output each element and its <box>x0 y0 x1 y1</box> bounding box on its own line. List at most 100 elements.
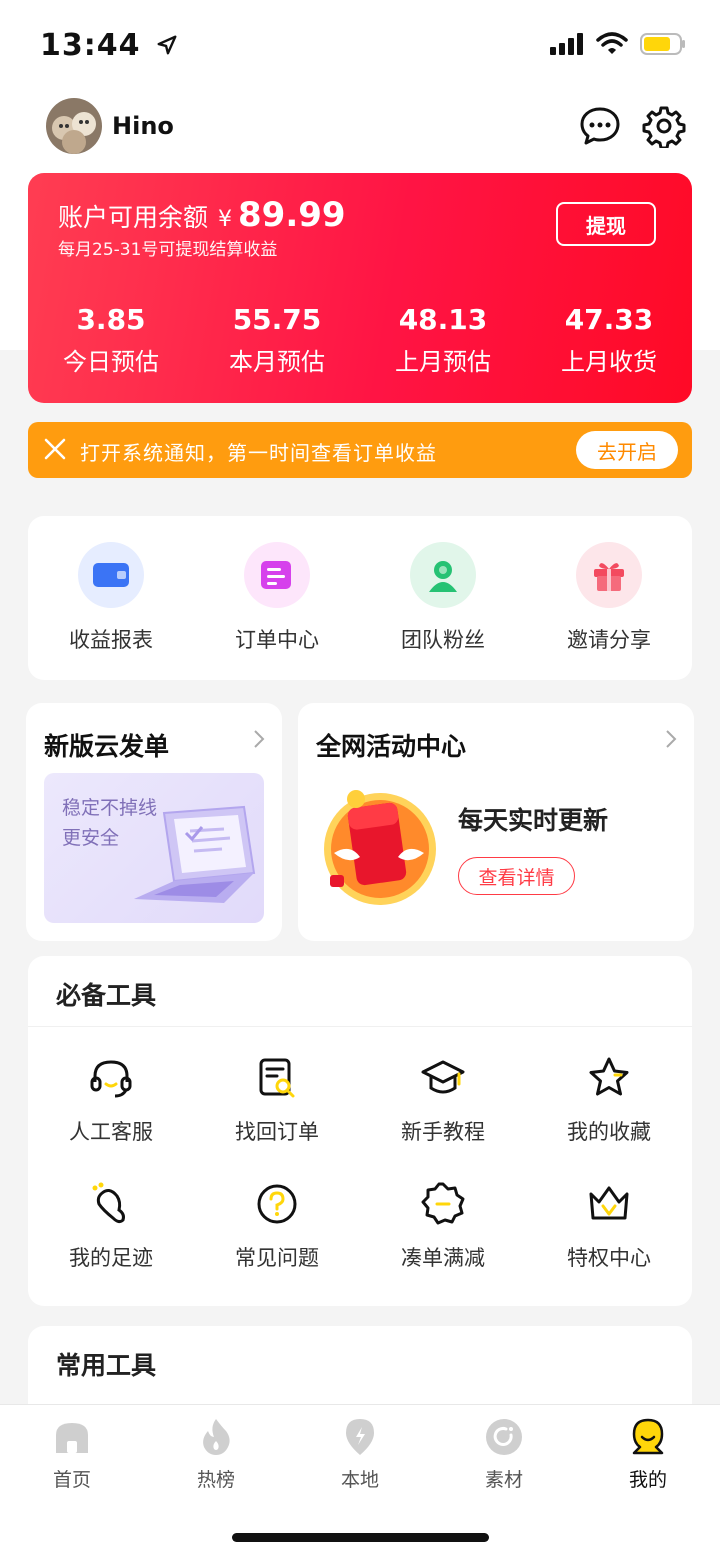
battery-icon <box>640 33 685 55</box>
notice-text: 打开系统通知，第一时间查看订单收益 <box>80 441 437 465</box>
stat-last-month[interactable]: 48.13 上月预估 <box>360 303 526 377</box>
close-icon[interactable] <box>42 436 68 462</box>
tool-privilege-center[interactable]: 特权中心 <box>526 1180 692 1272</box>
material-icon <box>486 1419 522 1455</box>
message-icon[interactable] <box>578 104 622 148</box>
settings-gear-icon[interactable] <box>642 104 686 150</box>
cloud-order-card[interactable]: 新版云发单 稳定不掉线 更安全 <box>26 703 282 941</box>
tool-label: 我的收藏 <box>567 1120 651 1144</box>
stat-today[interactable]: 3.85 今日预估 <box>28 303 194 377</box>
tool-my-favorites[interactable]: 我的收藏 <box>526 1054 692 1146</box>
tool-faq[interactable]: 常见问题 <box>194 1180 360 1272</box>
essential-tools-card: 必备工具 人工客服 找回订单 新手教程 我的收藏 我的足迹 常见问题 凑单满减 … <box>28 956 692 1306</box>
tool-footprints[interactable]: 我的足迹 <box>28 1180 194 1272</box>
tool-label: 特权中心 <box>567 1246 651 1270</box>
order-search-icon <box>259 1058 295 1098</box>
tool-label: 凑单满减 <box>401 1246 485 1270</box>
laptop-icon <box>134 805 256 903</box>
balance-card: 账户可用余额 ¥89.99 每月25-31号可提现结算收益 提现 3.85 今日预… <box>28 173 692 403</box>
notification-banner: 打开系统通知，第一时间查看订单收益 去开启 <box>28 422 692 478</box>
stat-last-month-received[interactable]: 47.33 上月收货 <box>526 303 692 377</box>
tool-beginner-tutorial[interactable]: 新手教程 <box>360 1054 526 1146</box>
wallet-icon <box>78 542 144 608</box>
withdraw-button[interactable]: 提现 <box>556 202 656 246</box>
status-time: 13:44 <box>40 28 178 63</box>
me-icon <box>632 1418 664 1455</box>
chevron-right-icon <box>664 729 678 755</box>
discount-badge-icon <box>421 1182 465 1225</box>
tab-material[interactable]: 素材 <box>432 1417 576 1492</box>
essential-tools-title: 必备工具 <box>56 981 157 1010</box>
tab-label: 首页 <box>52 1469 91 1491</box>
shortcut-label: 收益报表 <box>69 628 153 652</box>
shortcut-label: 团队粉丝 <box>401 628 485 652</box>
cloud-promo-image: 稳定不掉线 更安全 <box>44 773 264 923</box>
tool-customer-service[interactable]: 人工客服 <box>28 1054 194 1146</box>
star-icon <box>589 1057 629 1096</box>
tab-label: 素材 <box>484 1469 523 1491</box>
shortcuts-card: 收益报表 订单中心 团队粉丝 邀请分享 <box>28 516 692 680</box>
tool-label: 常见问题 <box>235 1246 319 1270</box>
location-arrow-icon <box>157 35 177 55</box>
tool-label: 人工客服 <box>69 1120 153 1144</box>
username: Hino <box>112 112 174 140</box>
tab-me[interactable]: 我的 <box>576 1417 720 1492</box>
view-details-button[interactable]: 查看详情 <box>458 857 575 895</box>
signal-icon <box>550 33 583 55</box>
footprint-icon <box>92 1182 125 1224</box>
activity-daily-text: 每天实时更新 <box>458 806 609 835</box>
enable-notifications-button[interactable]: 去开启 <box>576 431 678 469</box>
stat-value: 47.33 <box>564 303 654 336</box>
stat-value: 48.13 <box>398 303 488 336</box>
home-indicator <box>232 1533 489 1542</box>
avatar[interactable] <box>46 98 102 154</box>
shortcut-invite-share[interactable]: 邀请分享 <box>526 516 692 680</box>
tab-label: 热榜 <box>196 1469 235 1491</box>
stat-value: 3.85 <box>76 303 146 336</box>
common-tools-title: 常用工具 <box>56 1351 157 1380</box>
stat-this-month[interactable]: 55.75 本月预估 <box>194 303 360 377</box>
stat-value: 55.75 <box>232 303 322 336</box>
tool-label: 我的足迹 <box>69 1246 153 1270</box>
balance-note: 每月25-31号可提现结算收益 <box>58 240 278 260</box>
balance-line: 账户可用余额 ¥89.99 <box>58 195 346 235</box>
activity-card-title: 全网活动中心 <box>316 732 467 761</box>
balance-amount: 89.99 <box>238 195 346 235</box>
tab-label: 本地 <box>340 1469 379 1491</box>
shortcut-order-center[interactable]: 订单中心 <box>194 516 360 680</box>
chevron-right-icon <box>252 729 266 755</box>
order-icon <box>244 542 310 608</box>
tool-bundle-discount[interactable]: 凑单满减 <box>360 1180 526 1272</box>
shortcut-label: 邀请分享 <box>567 628 651 652</box>
team-icon <box>410 542 476 608</box>
status-indicators <box>550 32 686 56</box>
stat-label: 今日预估 <box>63 348 159 376</box>
activity-center-card[interactable]: 全网活动中心 每天实时更新 查看详情 <box>298 703 694 941</box>
crown-icon <box>589 1186 629 1220</box>
shortcut-earnings-report[interactable]: 收益报表 <box>28 516 194 680</box>
tool-retrieve-order[interactable]: 找回订单 <box>194 1054 360 1146</box>
tab-local[interactable]: 本地 <box>288 1417 432 1492</box>
shortcut-team-fans[interactable]: 团队粉丝 <box>360 516 526 680</box>
tool-label: 新手教程 <box>401 1120 485 1144</box>
divider <box>28 1026 692 1027</box>
stat-label: 本月预估 <box>229 348 325 376</box>
cloud-card-title: 新版云发单 <box>44 732 170 761</box>
home-icon <box>56 1423 88 1453</box>
gift-icon <box>576 542 642 608</box>
status-time-text: 13:44 <box>40 28 141 63</box>
headset-icon <box>90 1060 132 1098</box>
stat-label: 上月收货 <box>561 348 657 376</box>
avatar-image <box>46 98 102 154</box>
essential-tools-grid: 人工客服 找回订单 新手教程 我的收藏 我的足迹 常见问题 凑单满减 特权中心 <box>28 1054 692 1272</box>
question-icon <box>257 1184 297 1224</box>
balance-currency: ¥ <box>218 207 233 232</box>
balance-label: 账户可用余额 <box>58 203 209 232</box>
local-icon <box>346 1419 374 1455</box>
flame-icon <box>203 1419 230 1455</box>
tab-home[interactable]: 首页 <box>0 1417 144 1492</box>
tab-hot-list[interactable]: 热榜 <box>144 1417 288 1492</box>
shortcut-label: 订单中心 <box>235 628 319 652</box>
graduation-cap-icon <box>421 1060 465 1094</box>
tab-label: 我的 <box>628 1469 667 1491</box>
